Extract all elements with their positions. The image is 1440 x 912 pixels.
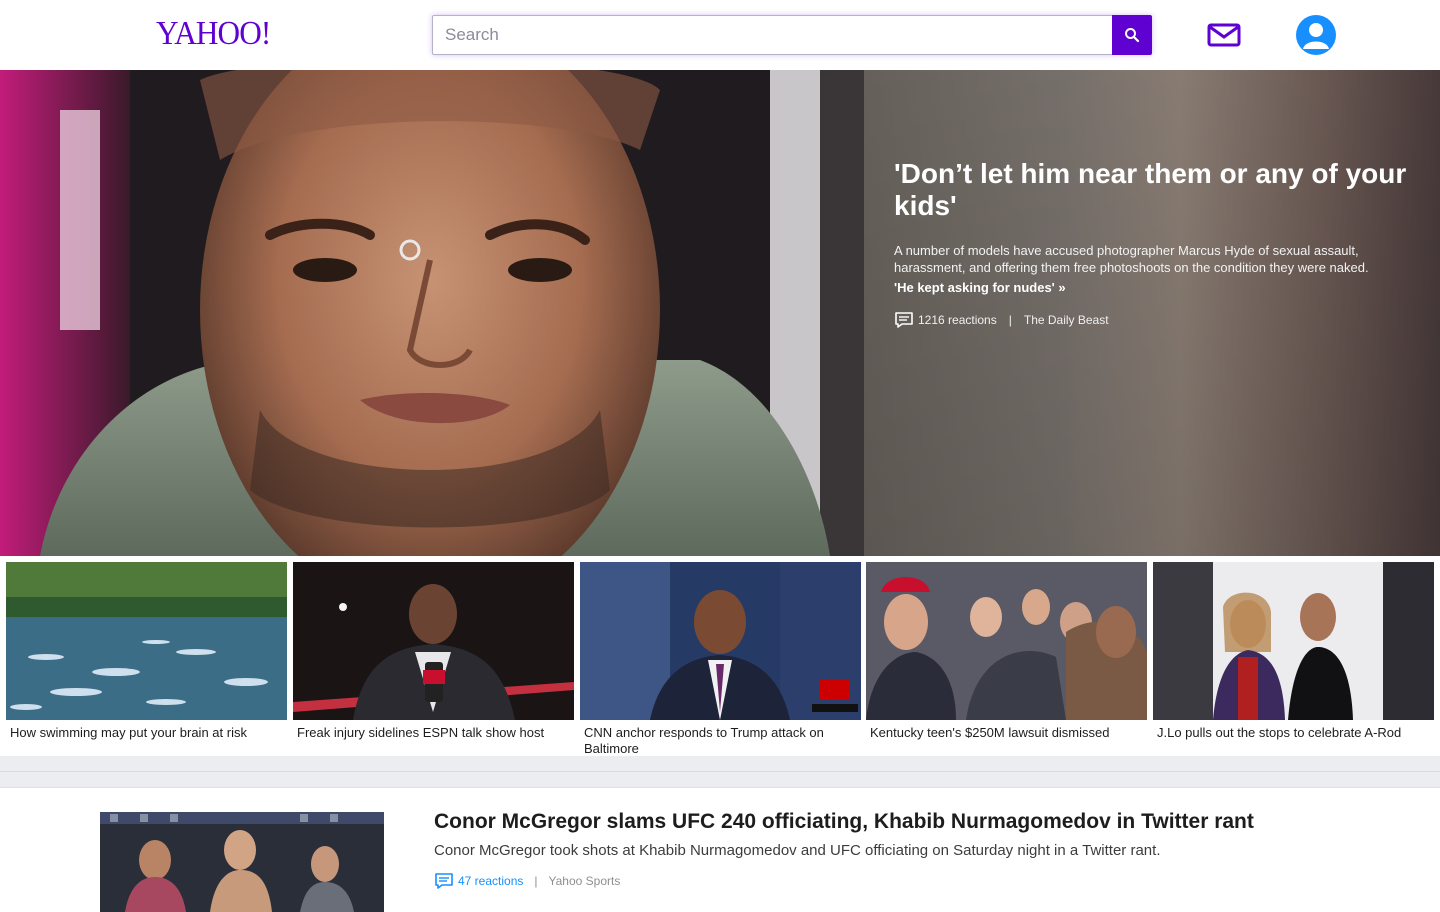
search-bar <box>432 15 1152 55</box>
hero-summary: A number of models have accused photogra… <box>894 243 1369 275</box>
thumbnail-caption[interactable]: How swimming may put your brain at risk <box>6 720 287 741</box>
hero-image[interactable] <box>0 70 864 556</box>
thumbnail-card[interactable]: Kentucky teen's $250M lawsuit dismissed <box>866 562 1147 741</box>
story-source: Yahoo Sports <box>548 874 621 888</box>
hero-related-link[interactable]: 'He kept asking for nudes' » <box>894 280 1414 295</box>
story-headline[interactable]: Conor McGregor slams UFC 240 officiating… <box>434 810 1254 834</box>
hero-portrait-illustration <box>0 70 864 556</box>
search-icon <box>1125 28 1140 43</box>
hero-content: 'Don’t let him near them or any of your … <box>894 158 1414 329</box>
thumbnail-card[interactable]: CNN anchor responds to Trump attack on B… <box>580 562 861 757</box>
meta-separator: | <box>1008 313 1012 327</box>
hero-meta: 1216 reactions | The Daily Beast <box>894 311 1414 329</box>
thumbnail-image[interactable] <box>866 562 1147 720</box>
thumbnail-image[interactable] <box>6 562 287 720</box>
comment-icon <box>895 312 913 328</box>
story-summary: Conor McGregor took shots at Khabib Nurm… <box>434 842 1161 859</box>
thumbnail-card[interactable]: How swimming may put your brain at risk <box>6 562 287 741</box>
thumbnail-image[interactable] <box>1153 562 1434 720</box>
hero-source: The Daily Beast <box>1023 313 1109 327</box>
thumbnail-caption[interactable]: Kentucky teen's $250M lawsuit dismissed <box>866 720 1147 741</box>
thumbnail-caption[interactable]: J.Lo pulls out the stops to celebrate A-… <box>1153 720 1434 741</box>
search-input[interactable] <box>432 15 1112 55</box>
thumbnail-image[interactable] <box>293 562 574 720</box>
thumbnail-caption[interactable]: CNN anchor responds to Trump attack on B… <box>580 720 861 757</box>
meta-separator: | <box>534 874 538 888</box>
thumbnail-card[interactable]: J.Lo pulls out the stops to celebrate A-… <box>1153 562 1434 741</box>
yahoo-logo[interactable]: YAHOO! <box>156 15 271 53</box>
section-divider <box>0 756 1440 788</box>
thumbnail-image[interactable] <box>580 562 861 720</box>
story-meta: 47 reactions | Yahoo Sports <box>434 872 620 890</box>
top-header: YAHOO! <box>0 0 1440 70</box>
comment-icon <box>435 873 453 889</box>
mail-button[interactable] <box>1206 18 1242 52</box>
thumbnail-card[interactable]: Freak injury sidelines ESPN talk show ho… <box>293 562 574 741</box>
account-button[interactable] <box>1296 15 1336 55</box>
story-reactions-link[interactable]: 47 reactions <box>458 874 523 888</box>
hero-reactions-link[interactable]: 1216 reactions <box>918 313 997 327</box>
thumbnail-caption[interactable]: Freak injury sidelines ESPN talk show ho… <box>293 720 574 741</box>
hero-headline[interactable]: 'Don’t let him near them or any of your … <box>894 158 1414 222</box>
mail-icon <box>1207 23 1241 47</box>
thumbnail-strip: How swimming may put your brain at risk … <box>0 556 1440 756</box>
story-image[interactable] <box>100 812 384 912</box>
search-button[interactable] <box>1112 15 1152 55</box>
user-icon <box>1303 23 1329 49</box>
